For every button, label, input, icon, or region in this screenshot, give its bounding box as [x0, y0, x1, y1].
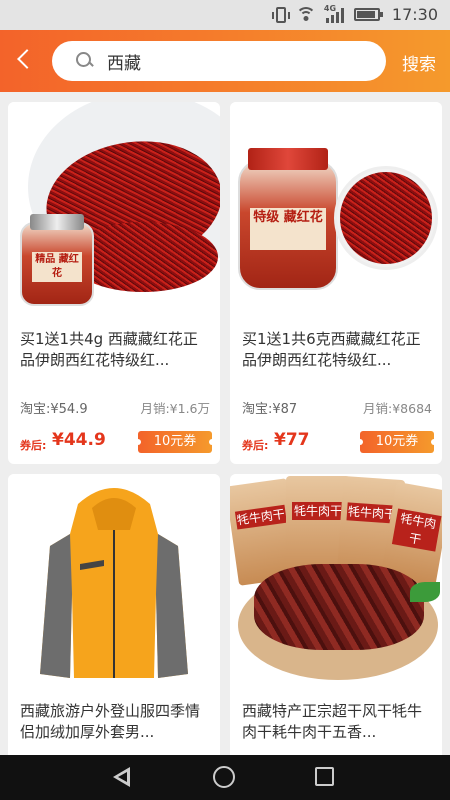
status-bar: 4G 17:30	[0, 0, 450, 30]
product-image: 牦牛肉干 牦牛肉干 牦牛肉干 牦牛肉干	[230, 474, 442, 686]
price-row: 淘宝:¥87 月销:¥8684	[242, 398, 432, 417]
product-title: 西藏旅游户外登山服四季情侣加绒加厚外套男...	[20, 702, 201, 741]
search-icon	[76, 52, 93, 69]
product-card[interactable]: 精品 藏红花 买1送1共4g 西藏藏红花正品伊朗西红花特级红... 淘宝:¥54…	[8, 102, 220, 464]
monthly-sales: 月销:¥1.6万	[140, 401, 210, 416]
after-coupon-label: 券后:	[242, 439, 269, 452]
search-header: 搜索	[0, 30, 450, 92]
home-circle-icon[interactable]	[213, 766, 235, 788]
coupon-row: 券后: ¥44.9 10元券	[20, 430, 215, 454]
product-jar: 精品 藏红花	[20, 214, 94, 306]
search-button[interactable]: 搜索	[402, 50, 436, 75]
taobao-price: 淘宝:¥54.9	[20, 402, 88, 417]
product-title: 买1送1共6克西藏藏红花正品伊朗西红花特级红...	[242, 330, 421, 369]
product-card[interactable]: 特级 藏红花 买1送1共6克西藏藏红花正品伊朗西红花特级红... 淘宝:¥87 …	[230, 102, 442, 464]
product-card[interactable]: 牦牛肉干 牦牛肉干 牦牛肉干 牦牛肉干 西藏特产正宗超干风干牦牛肉干耗牛肉干五香…	[230, 474, 442, 755]
product-image: 特级 藏红花	[230, 102, 442, 314]
monthly-sales: 月销:¥8684	[363, 401, 432, 416]
after-coupon-label: 券后:	[20, 439, 47, 452]
battery-icon	[353, 8, 383, 21]
status-time: 17:30	[391, 5, 438, 24]
product-image: 精品 藏红花	[8, 102, 220, 314]
final-price: ¥77	[274, 430, 310, 450]
search-box[interactable]	[52, 41, 386, 81]
product-card[interactable]: 西藏旅游户外登山服四季情侣加绒加厚外套男...	[8, 474, 220, 755]
final-price: ¥44.9	[52, 430, 106, 450]
jacket-image	[40, 488, 188, 678]
system-nav-bar	[0, 755, 450, 800]
coupon-badge[interactable]: 10元券	[135, 431, 215, 453]
price-row: 淘宝:¥54.9 月销:¥1.6万	[20, 398, 210, 417]
vibrate-icon	[271, 6, 290, 23]
coupon-row: 券后: ¥77 10元券	[242, 430, 437, 454]
product-jar: 特级 藏红花	[238, 148, 338, 290]
signal-icon: 4G	[324, 4, 344, 23]
wifi-icon	[295, 6, 316, 23]
product-image	[8, 474, 220, 686]
product-title: 西藏特产正宗超干风干牦牛肉干耗牛肉干五香...	[242, 702, 423, 741]
recent-apps-icon[interactable]	[315, 767, 334, 786]
search-input[interactable]	[107, 49, 367, 73]
product-grid[interactable]: 精品 藏红花 买1送1共4g 西藏藏红花正品伊朗西红花特级红... 淘宝:¥54…	[0, 92, 450, 755]
product-title: 买1送1共4g 西藏藏红花正品伊朗西红花特级红...	[20, 330, 198, 369]
coupon-badge[interactable]: 10元券	[357, 431, 437, 453]
taobao-price: 淘宝:¥87	[242, 402, 298, 417]
back-icon[interactable]	[16, 49, 34, 71]
